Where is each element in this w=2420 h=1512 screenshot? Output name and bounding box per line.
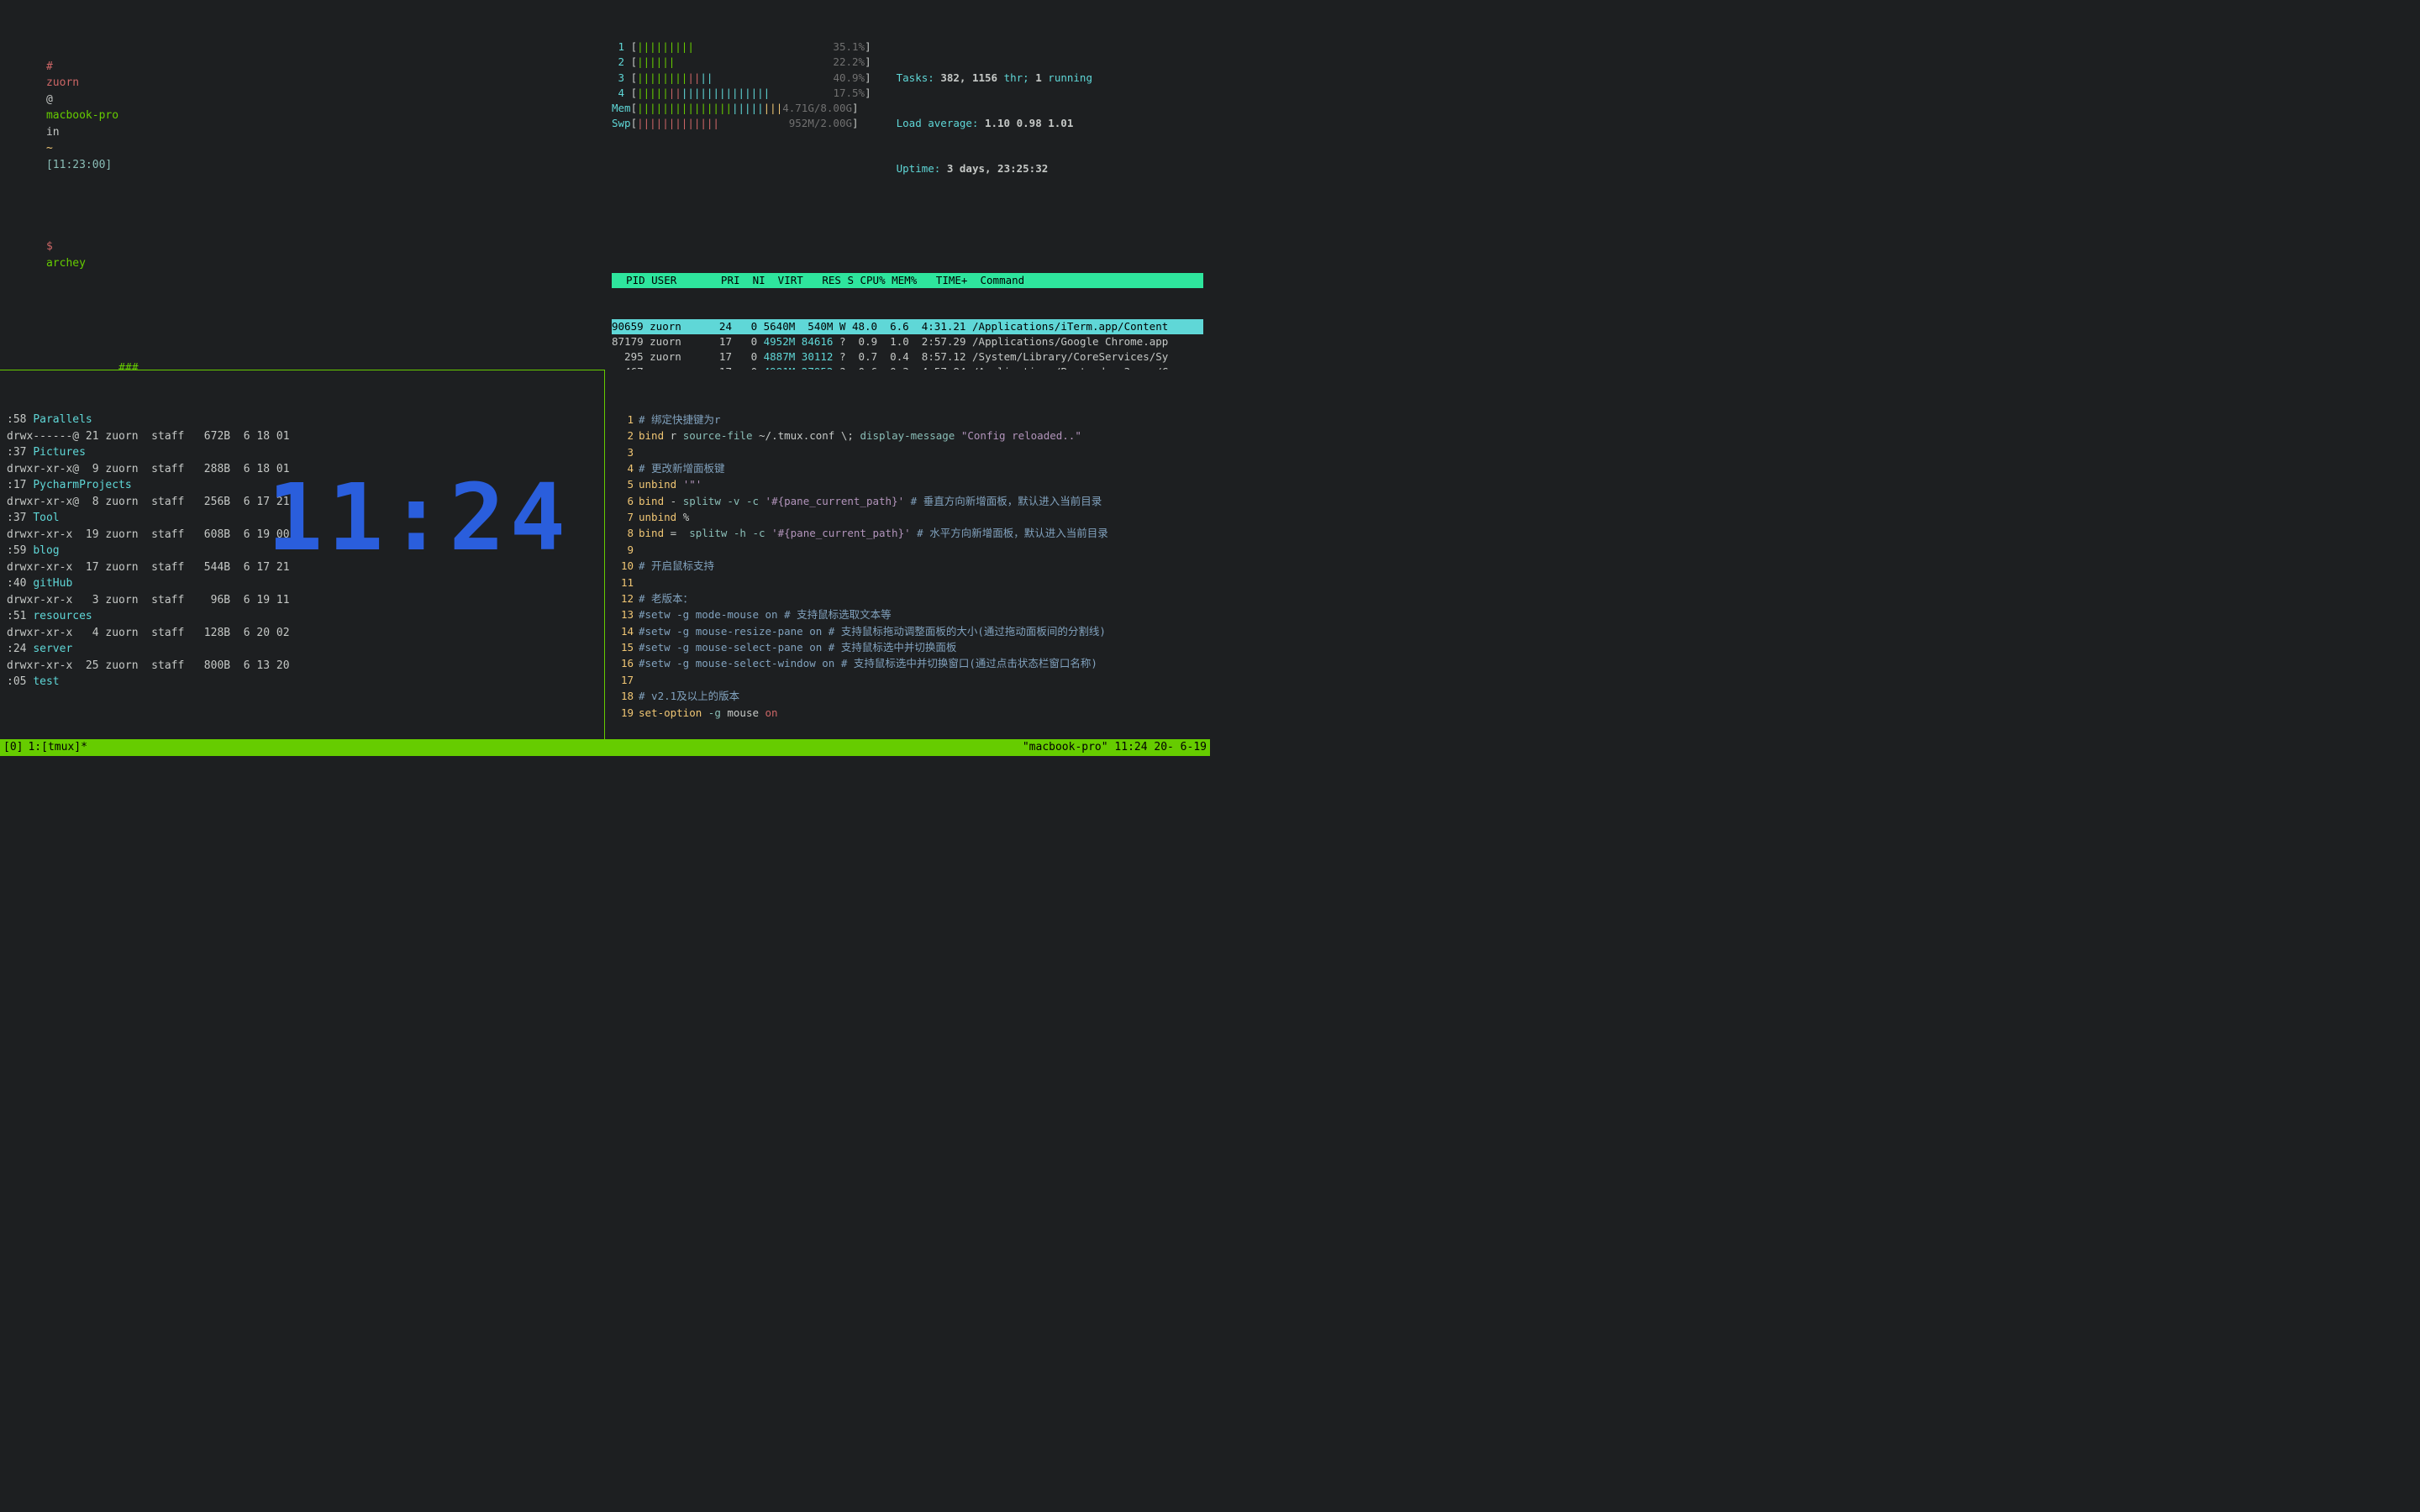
- vim-line[interactable]: 2bind r source-file ~/.tmux.conf \; disp…: [612, 428, 1203, 444]
- vim-line[interactable]: 4# 更改新增面板键: [612, 460, 1203, 476]
- tmux-status-right: "macbook-pro" 11:24 20- 6-19: [1023, 739, 1207, 756]
- tmux-statusbar[interactable]: [0] 1:[tmux]* "macbook-pro" 11:24 20- 6-…: [0, 739, 1210, 756]
- htop-meter: 3 [|||||||||||| 40.9%]: [612, 71, 871, 86]
- htop-meter: Swp[||||||||||||| 952M/2.00G]: [612, 116, 871, 131]
- ls-entry-detail: drwx------@ 21 zuorn staff 672B 6 18 01: [7, 428, 597, 445]
- ls-entry-header: :40 gitHub: [7, 575, 597, 592]
- pane-ls[interactable]: :58 Parallelsdrwx------@ 21 zuorn staff …: [0, 370, 605, 739]
- archey-output: ### #### ### ####### ####### ###########…: [7, 360, 597, 370]
- htop-process-row[interactable]: 87179 zuorn 17 0 4952M 84616 ? 0.9 1.0 2…: [612, 334, 1203, 349]
- vim-line[interactable]: 17: [612, 672, 1203, 688]
- pane-vim[interactable]: 1# 绑定快捷键为r2bind r source-file ~/.tmux.co…: [605, 370, 1210, 739]
- ls-entry-detail: drwxr-xr-x 25 zuorn staff 800B 6 13 20: [7, 658, 597, 675]
- htop-header[interactable]: PID USER PRI NI VIRT RES S CPU% MEM% TIM…: [612, 273, 1203, 288]
- htop-meters: 1 [||||||||| 35.1%] 2 [|||||| 22.2%] 3 […: [612, 39, 871, 207]
- ls-entry-header: :58 Parallels: [7, 412, 597, 428]
- vim-line[interactable]: 13#setw -g mode-mouse on # 支持鼠标选取文本等: [612, 606, 1203, 622]
- ls-entry-header: :51 resources: [7, 608, 597, 625]
- archey-logo-line: ###: [7, 360, 250, 370]
- vim-line[interactable]: 11: [612, 575, 1203, 591]
- vim-line[interactable]: 7unbind %: [612, 509, 1203, 525]
- ls-entry-header: :37 Pictures: [7, 444, 597, 461]
- ls-entry-detail: drwxr-xr-x 3 zuorn staff 96B 6 19 11: [7, 592, 597, 609]
- prompt-cmd-1: $ archey: [7, 223, 597, 288]
- ls-entry-detail: drwxr-xr-x 4 zuorn staff 128B 6 20 02: [7, 625, 597, 642]
- pane-archey[interactable]: # zuorn @ macbook-pro in ~ [11:23:00] $ …: [0, 0, 605, 370]
- vim-line[interactable]: 1# 绑定快捷键为r: [612, 412, 1203, 428]
- ls-entry-header: :24 server: [7, 641, 597, 658]
- ls-entry-header: :05 test: [7, 674, 597, 690]
- htop-summary: Tasks: 382, 1156 thr; 1 running Load ave…: [897, 39, 1092, 207]
- vim-line[interactable]: 16#setw -g mouse-select-window on # 支持鼠标…: [612, 655, 1203, 671]
- htop-meter: 1 [||||||||| 35.1%]: [612, 39, 871, 55]
- vim-line[interactable]: 3: [612, 444, 1203, 460]
- vim-line[interactable]: 18# v2.1及以上的版本: [612, 688, 1203, 704]
- tty-clock: 11:24: [267, 471, 571, 564]
- tmux-window[interactable]: 1:[tmux]*: [28, 739, 87, 756]
- htop-process-list[interactable]: 90659 zuorn 24 0 5640M 540M W 48.0 6.6 4…: [612, 319, 1203, 370]
- vim-line[interactable]: 12# 老版本：: [612, 591, 1203, 606]
- htop-process-row[interactable]: 295 zuorn 17 0 4887M 30112 ? 0.7 0.4 8:5…: [612, 349, 1203, 365]
- vim-line[interactable]: 8bind = splitw -h -c '#{pane_current_pat…: [612, 525, 1203, 541]
- vim-line[interactable]: 5unbind '"': [612, 476, 1203, 492]
- vim-buffer[interactable]: 1# 绑定快捷键为r2bind r source-file ~/.tmux.co…: [612, 412, 1203, 721]
- htop-process-row[interactable]: 90659 zuorn 24 0 5640M 540M W 48.0 6.6 4…: [612, 319, 1203, 334]
- prompt-line-1: # zuorn @ macbook-pro in ~ [11:23:00]: [7, 42, 597, 190]
- htop-meter: 2 [|||||| 22.2%]: [612, 55, 871, 70]
- vim-line[interactable]: 10# 开启鼠标支持: [612, 558, 1203, 574]
- vim-line[interactable]: 6bind - splitw -v -c '#{pane_current_pat…: [612, 493, 1203, 509]
- vim-line[interactable]: 14#setw -g mouse-resize-pane on # 支持鼠标拖动…: [612, 623, 1203, 639]
- vim-line[interactable]: 19set-option -g mouse on: [612, 705, 1203, 721]
- pane-htop[interactable]: 1 [||||||||| 35.1%] 2 [|||||| 22.2%] 3 […: [605, 0, 1210, 370]
- vim-line[interactable]: 9: [612, 542, 1203, 558]
- htop-meter: 4 [||||||||||||||||||||| 17.5%]: [612, 86, 871, 101]
- vim-line[interactable]: 15#setw -g mouse-select-pane on # 支持鼠标选中…: [612, 639, 1203, 655]
- htop-meter: Mem[|||||||||||||||||||||||4.71G/8.00G]: [612, 101, 871, 116]
- tmux-session[interactable]: [0]: [3, 739, 23, 756]
